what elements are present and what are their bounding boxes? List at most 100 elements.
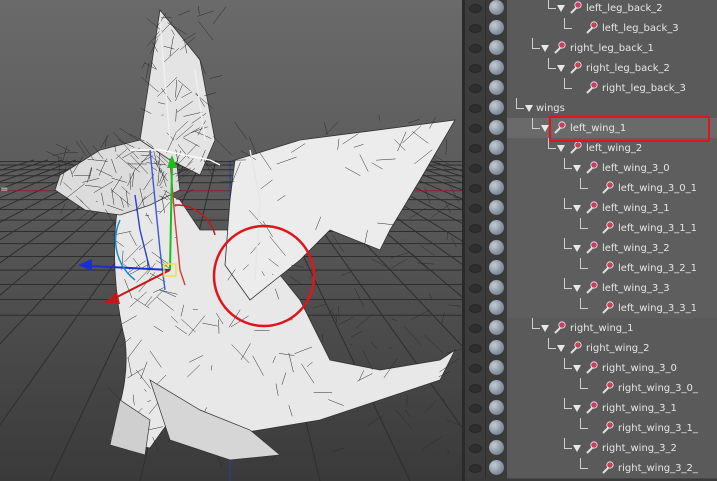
outliner-row[interactable]: right_leg_back_3 — [465, 78, 717, 99]
outliner-row[interactable]: left_wing_3_2_1 — [465, 258, 717, 279]
sphere-icon[interactable] — [489, 400, 504, 415]
sphere-icon[interactable] — [489, 80, 504, 95]
sphere-icon[interactable] — [489, 40, 504, 55]
outliner-row[interactable]: right_wing_3_1_ — [465, 418, 717, 439]
sphere-icon[interactable] — [489, 200, 504, 215]
outliner-row[interactable]: left_wing_3_1_1 — [465, 218, 717, 239]
visibility-toggle[interactable] — [465, 178, 486, 198]
outliner-item[interactable]: right_wing_3_2 — [573, 438, 677, 458]
outliner-row[interactable]: right_wing_3_2_ — [465, 458, 717, 479]
triangle-down-icon[interactable] — [557, 4, 565, 12]
3d-viewport[interactable]: = — [0, 0, 462, 481]
triangle-down-icon[interactable] — [557, 64, 565, 72]
sphere-icon[interactable] — [489, 160, 504, 175]
outliner-row[interactable]: right_leg_back_2 — [465, 58, 717, 79]
outliner-item[interactable]: right_leg_back_1 — [541, 38, 654, 58]
sphere-icon[interactable] — [489, 280, 504, 295]
outliner-row[interactable]: right_wing_3_0_ — [465, 378, 717, 399]
viewport-canvas[interactable]: = — [0, 0, 462, 481]
sphere-icon[interactable] — [489, 360, 504, 375]
visibility-toggle[interactable] — [465, 238, 486, 258]
outliner-row[interactable]: left_wing_3_0_1 — [465, 178, 717, 199]
outliner-row[interactable]: right_wing_3_2 — [465, 438, 717, 459]
outliner-item[interactable]: right_leg_back_3 — [573, 78, 686, 98]
visibility-toggle[interactable] — [465, 218, 486, 238]
visibility-toggle[interactable] — [465, 0, 486, 18]
outliner-row[interactable]: wings — [465, 98, 717, 119]
visibility-toggle[interactable] — [465, 318, 486, 338]
sphere-icon[interactable] — [489, 440, 504, 455]
outliner-item[interactable]: right_wing_1 — [541, 318, 634, 338]
sphere-icon[interactable] — [489, 260, 504, 275]
visibility-toggle[interactable] — [465, 58, 486, 78]
outliner-item[interactable]: left_wing_3_2 — [573, 238, 670, 258]
sphere-icon[interactable] — [489, 100, 504, 115]
outliner-item[interactable]: right_wing_3_1 — [573, 398, 677, 418]
outliner-item[interactable]: left_wing_3_2_1 — [589, 258, 697, 278]
sphere-icon[interactable] — [489, 180, 504, 195]
visibility-toggle[interactable] — [465, 358, 486, 378]
outliner-item[interactable]: left_leg_back_2 — [557, 0, 663, 18]
outliner-item[interactable]: left_wing_3_1_1 — [589, 218, 697, 238]
visibility-toggle[interactable] — [465, 158, 486, 178]
triangle-down-icon[interactable] — [573, 204, 581, 212]
visibility-toggle[interactable] — [465, 418, 486, 438]
triangle-down-icon[interactable] — [541, 44, 549, 52]
visibility-toggle[interactable] — [465, 338, 486, 358]
sphere-icon[interactable] — [489, 240, 504, 255]
visibility-toggle[interactable] — [465, 438, 486, 458]
outliner-row[interactable]: left_wing_3_2 — [465, 238, 717, 259]
visibility-toggle[interactable] — [465, 278, 486, 298]
triangle-down-icon[interactable] — [525, 104, 533, 112]
outliner-row[interactable]: right_leg_back_1 — [465, 38, 717, 59]
outliner-row[interactable]: left_leg_back_2 — [465, 0, 717, 19]
outliner-item[interactable]: left_wing_3_3_1 — [589, 298, 697, 318]
outliner-row[interactable]: left_wing_3_1 — [465, 198, 717, 219]
outliner-item[interactable]: left_wing_3_0 — [573, 158, 670, 178]
triangle-down-icon[interactable] — [573, 244, 581, 252]
outliner-item[interactable]: right_wing_2 — [557, 338, 650, 358]
outliner-row[interactable]: left_wing_3_3 — [465, 278, 717, 299]
sphere-icon[interactable] — [489, 120, 504, 135]
outliner-row[interactable]: right_wing_2 — [465, 338, 717, 359]
sphere-icon[interactable] — [489, 60, 504, 75]
triangle-down-icon[interactable] — [573, 164, 581, 172]
outliner-item[interactable]: right_wing_3_0 — [573, 358, 677, 378]
sphere-icon[interactable] — [489, 20, 504, 35]
outliner-row[interactable]: right_wing_3_1 — [465, 398, 717, 419]
sphere-icon[interactable] — [489, 220, 504, 235]
outliner-item[interactable]: right_wing_3_0_ — [589, 378, 698, 398]
sphere-icon[interactable] — [489, 420, 504, 435]
outliner-item[interactable]: right_leg_back_2 — [557, 58, 670, 78]
sphere-icon[interactable] — [489, 320, 504, 335]
triangle-down-icon[interactable] — [573, 404, 581, 412]
sphere-icon[interactable] — [489, 380, 504, 395]
outliner-row[interactable]: left_leg_back_3 — [465, 18, 717, 39]
visibility-toggle[interactable] — [465, 298, 486, 318]
sphere-icon[interactable] — [489, 140, 504, 155]
sphere-icon[interactable] — [489, 300, 504, 315]
sphere-icon[interactable] — [489, 460, 504, 475]
visibility-toggle[interactable] — [465, 18, 486, 38]
outliner-row[interactable]: left_wing_3_0 — [465, 158, 717, 179]
triangle-down-icon[interactable] — [573, 444, 581, 452]
triangle-down-icon[interactable] — [557, 344, 565, 352]
outliner-item[interactable]: wings — [525, 98, 565, 118]
visibility-toggle[interactable] — [465, 138, 486, 158]
sphere-icon[interactable] — [489, 340, 504, 355]
triangle-down-icon[interactable] — [541, 324, 549, 332]
visibility-toggle[interactable] — [465, 378, 486, 398]
outliner-item[interactable]: right_wing_3_2_ — [589, 458, 698, 478]
visibility-toggle[interactable] — [465, 258, 486, 278]
visibility-toggle[interactable] — [465, 118, 486, 138]
visibility-toggle[interactable] — [465, 198, 486, 218]
triangle-down-icon[interactable] — [573, 284, 581, 292]
visibility-toggle[interactable] — [465, 398, 486, 418]
visibility-toggle[interactable] — [465, 78, 486, 98]
visibility-toggle[interactable] — [465, 458, 486, 478]
outliner-item[interactable]: left_wing_3_1 — [573, 198, 670, 218]
outliner-item[interactable]: right_wing_3_1_ — [589, 418, 698, 438]
triangle-down-icon[interactable] — [573, 364, 581, 372]
visibility-toggle[interactable] — [465, 38, 486, 58]
outliner-row[interactable]: left_wing_3_3_1 — [465, 298, 717, 319]
